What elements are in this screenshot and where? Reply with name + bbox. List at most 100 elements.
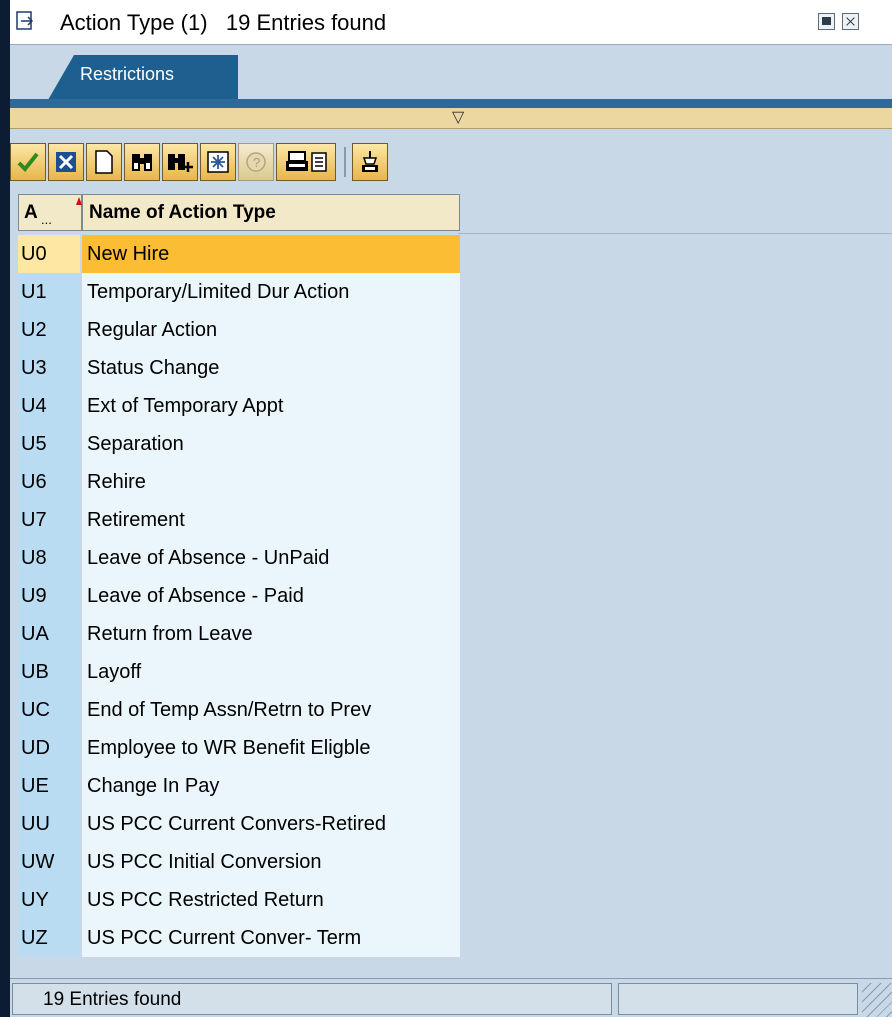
status-info-field	[618, 983, 858, 1015]
info-icon: ?	[246, 152, 266, 172]
table-row[interactable]: U0 New Hire	[18, 235, 460, 273]
action-type-code[interactable]: U0	[18, 235, 80, 273]
window-left-border	[0, 0, 10, 1017]
table-row[interactable]: U5 Separation	[18, 425, 460, 463]
sparkle-icon	[207, 151, 229, 173]
dialog-window: Action Type (1) 19 Entries found Restric…	[0, 0, 892, 1017]
action-type-code[interactable]: U1	[18, 273, 80, 311]
action-type-name[interactable]: Temporary/Limited Dur Action	[82, 273, 460, 311]
action-type-code[interactable]: UY	[18, 881, 80, 919]
close-icon[interactable]	[842, 13, 859, 30]
table-row[interactable]: U1 Temporary/Limited Dur Action	[18, 273, 460, 311]
action-type-code[interactable]: UD	[18, 729, 80, 767]
table-row[interactable]: UB Layoff	[18, 653, 460, 691]
table-row[interactable]: UZ US PCC Current Conver- Term	[18, 919, 460, 957]
info-button[interactable]: ?	[238, 143, 274, 181]
action-type-code[interactable]: UB	[18, 653, 80, 691]
action-type-name[interactable]: Employee to WR Benefit Eligble	[82, 729, 460, 767]
find-next-button[interactable]	[162, 143, 198, 181]
action-type-name[interactable]: Leave of Absence - Paid	[82, 577, 460, 615]
action-type-name[interactable]: US PCC Current Convers-Retired	[82, 805, 460, 843]
wizard-icon	[362, 151, 378, 172]
action-type-code[interactable]: U5	[18, 425, 80, 463]
toolbar-separator	[344, 147, 346, 177]
action-type-name[interactable]: End of Temp Assn/Retrn to Prev	[82, 691, 460, 729]
check-icon	[17, 152, 39, 172]
window-title: Action Type (1) 19 Entries found	[60, 10, 387, 35]
column-header-key-abbrev: ...	[41, 212, 52, 227]
column-header-key[interactable]: A ...	[18, 194, 82, 231]
binoculars-icon	[132, 154, 152, 171]
results-grid: A ... Name of Action Type U0 New Hire U1 Te…	[10, 191, 892, 971]
action-type-code[interactable]: U7	[18, 501, 80, 539]
find-button[interactable]	[124, 143, 160, 181]
action-type-code[interactable]: U9	[18, 577, 80, 615]
header-divider	[458, 233, 892, 234]
resize-grip-icon[interactable]	[862, 983, 892, 1017]
action-type-code[interactable]: UZ	[18, 919, 80, 957]
cancel-button[interactable]	[48, 143, 84, 181]
table-row[interactable]: U6 Rehire	[18, 463, 460, 501]
table-row[interactable]: UY US PCC Restricted Return	[18, 881, 460, 919]
minimize-icon[interactable]	[818, 13, 835, 30]
new-entry-button[interactable]	[200, 143, 236, 181]
action-type-code[interactable]: U3	[18, 349, 80, 387]
action-type-code[interactable]: UW	[18, 843, 80, 881]
action-type-name[interactable]: Status Change	[82, 349, 460, 387]
action-type-code[interactable]: U8	[18, 539, 80, 577]
action-type-name[interactable]: Ext of Temporary Appt	[82, 387, 460, 425]
printer-icon	[286, 151, 308, 171]
action-type-name[interactable]: Separation	[82, 425, 460, 463]
table-row[interactable]: UE Change In Pay	[18, 767, 460, 805]
status-bar: 19 Entries found	[10, 978, 892, 1017]
action-type-name[interactable]: Regular Action	[82, 311, 460, 349]
title-bar[interactable]: Action Type (1) 19 Entries found	[10, 0, 892, 45]
action-type-code[interactable]: UC	[18, 691, 80, 729]
table-row[interactable]: UU US PCC Current Convers-Retired	[18, 805, 460, 843]
action-type-name[interactable]: New Hire	[82, 235, 460, 273]
collapse-triangle-icon[interactable]: ▽	[452, 110, 464, 126]
action-type-name[interactable]: Retirement	[82, 501, 460, 539]
save-list-icon	[311, 152, 327, 172]
table-row[interactable]: U8 Leave of Absence - UnPaid	[18, 539, 460, 577]
action-type-name[interactable]: Change In Pay	[82, 767, 460, 805]
table-row[interactable]: U3 Status Change	[18, 349, 460, 387]
new-search-button[interactable]	[86, 143, 122, 181]
page-icon	[95, 150, 113, 174]
action-type-name[interactable]: US PCC Initial Conversion	[82, 843, 460, 881]
continue-button[interactable]	[10, 143, 46, 181]
table-row[interactable]: U7 Retirement	[18, 501, 460, 539]
cancel-icon	[56, 152, 76, 172]
table-row[interactable]: U2 Regular Action	[18, 311, 460, 349]
binoculars-plus-icon	[168, 154, 193, 172]
collapse-bar[interactable]: ▽	[10, 108, 892, 129]
action-type-name[interactable]: Return from Leave	[82, 615, 460, 653]
action-type-name[interactable]: Layoff	[82, 653, 460, 691]
action-type-name[interactable]: Rehire	[82, 463, 460, 501]
column-header-key-label: A	[24, 202, 38, 223]
wizard-button[interactable]	[352, 143, 388, 181]
action-type-name[interactable]: US PCC Current Conver- Term	[82, 919, 460, 957]
action-type-name[interactable]: US PCC Restricted Return	[82, 881, 460, 919]
action-type-code[interactable]: UA	[18, 615, 80, 653]
tab-restrictions-label[interactable]: Restrictions	[80, 64, 174, 85]
action-type-name[interactable]: Leave of Absence - UnPaid	[82, 539, 460, 577]
action-type-code[interactable]: UE	[18, 767, 80, 805]
print-button[interactable]	[276, 143, 336, 181]
action-type-code[interactable]: UU	[18, 805, 80, 843]
table-row[interactable]: UD Employee to WR Benefit Eligble	[18, 729, 460, 767]
table-row[interactable]: U4 Ext of Temporary Appt	[18, 387, 460, 425]
table-row[interactable]: U9 Leave of Absence - Paid	[18, 577, 460, 615]
table-row[interactable]: UA Return from Leave	[18, 615, 460, 653]
toolbar: ?	[10, 143, 540, 185]
action-type-code[interactable]: U2	[18, 311, 80, 349]
tab-underline	[10, 99, 892, 108]
table-body: U0 New Hire U1 Temporary/Limited Dur Action…	[18, 235, 460, 957]
table-row[interactable]: UW US PCC Initial Conversion	[18, 843, 460, 881]
status-message-field: 19 Entries found	[12, 983, 612, 1015]
column-header-name[interactable]: Name of Action Type	[82, 194, 460, 231]
status-text: 19 Entries found	[43, 989, 182, 1010]
action-type-code[interactable]: U4	[18, 387, 80, 425]
table-row[interactable]: UC End of Temp Assn/Retrn to Prev	[18, 691, 460, 729]
action-type-code[interactable]: U6	[18, 463, 80, 501]
